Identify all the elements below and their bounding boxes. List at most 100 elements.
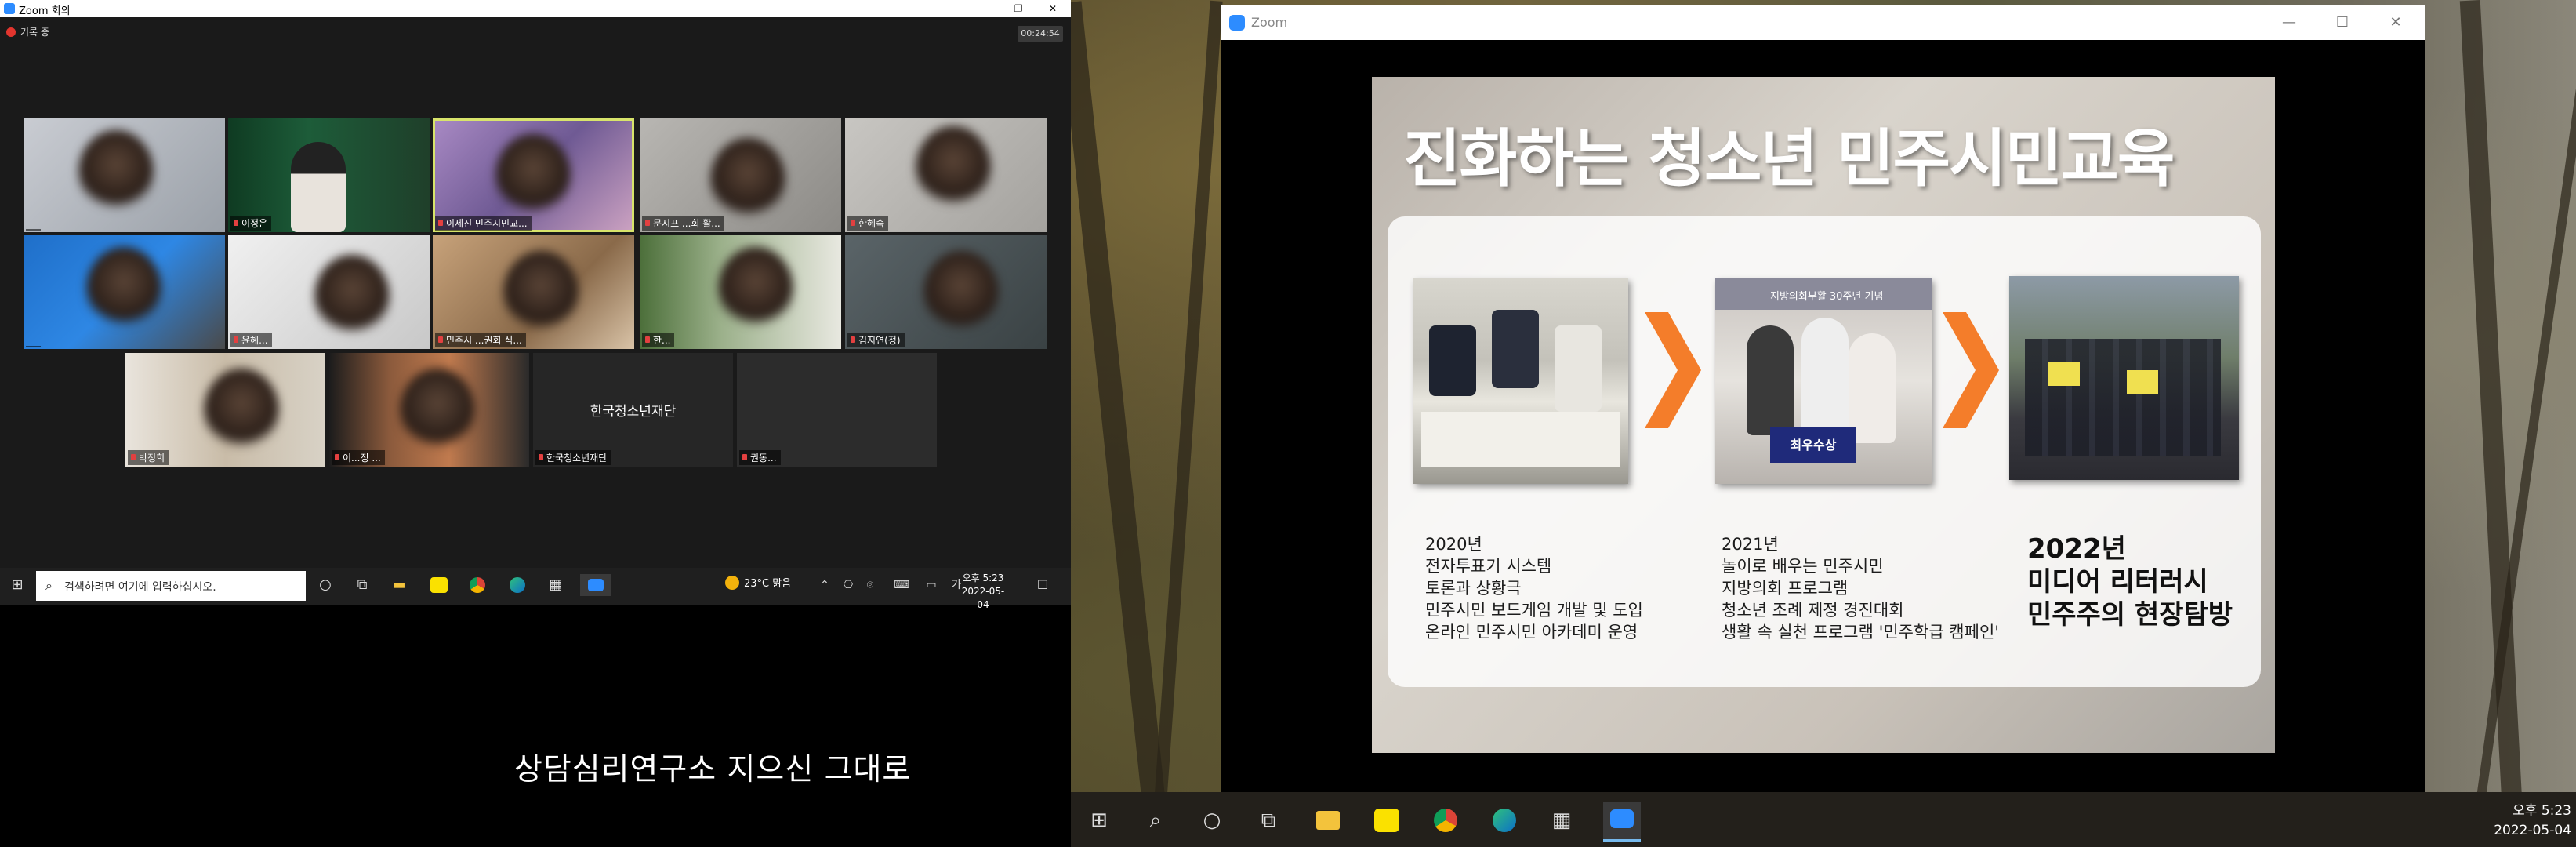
- participant-tile[interactable]: 이...정 ...: [329, 353, 529, 467]
- timeline-item: 놀이로 배우는 민주시민: [1722, 557, 1884, 576]
- edge-icon[interactable]: [508, 574, 527, 596]
- award-sign: 최우수상: [1770, 427, 1856, 463]
- taskbar-clock[interactable]: 오후 5:23 2022-05-04: [2485, 802, 2571, 841]
- timeline-2021-text: 2021년 놀이로 배우는 민주시민 지방의회 프로그램 청소년 조례 제정 경…: [1722, 533, 1999, 643]
- timeline-item: 생활 속 실천 프로그램 '민주학급 캠페인': [1722, 623, 2000, 642]
- participant-tile[interactable]: 문시프 ...회 활...: [640, 118, 841, 232]
- participant-tile[interactable]: 민주시 ...권회 식...: [433, 235, 634, 349]
- participant-name: 권동...: [739, 450, 781, 465]
- participant-video: [291, 142, 346, 232]
- search-icon[interactable]: ⌕: [1137, 802, 1174, 839]
- participant-video: [495, 134, 571, 220]
- participant-name: 윤혜...: [230, 333, 272, 347]
- minimize-button[interactable]: —: [2266, 5, 2313, 40]
- participant-name: 이정은: [230, 216, 272, 231]
- zoom-meeting-titlebar: Zoom 회의 — ❐ ✕: [0, 0, 1071, 17]
- participant-name: 이세진 민주시민교...: [435, 216, 532, 231]
- participant-tile[interactable]: 박정희: [125, 353, 325, 467]
- timeline-item: 미디어 리터러시: [2027, 566, 2208, 598]
- notification-icon[interactable]: ☐: [1033, 574, 1052, 596]
- display-icon[interactable]: ▭: [922, 574, 941, 596]
- close-button[interactable]: ✕: [1035, 0, 1071, 17]
- zoom-logo-icon: [4, 3, 15, 14]
- close-button[interactable]: ✕: [2372, 5, 2419, 40]
- file-explorer-icon[interactable]: [1309, 802, 1347, 839]
- file-explorer-icon[interactable]: ▬: [390, 574, 408, 596]
- recording-label: 기록 중: [20, 27, 49, 38]
- photo-2022: [2009, 276, 2239, 480]
- kakaotalk-icon[interactable]: [430, 574, 448, 596]
- maximize-button[interactable]: ☐: [2319, 5, 2366, 40]
- participant-video: [314, 255, 390, 341]
- year-label: 2021년: [1722, 535, 1779, 554]
- participant-tile[interactable]: 한국청소년재단 한국청소년재단: [533, 353, 733, 467]
- participant-tile[interactable]: 이정은: [228, 118, 430, 232]
- participant-tile[interactable]: 윤혜...: [228, 235, 430, 349]
- participant-tile[interactable]: 권동...: [737, 353, 937, 467]
- task-view-icon[interactable]: ⧉: [1250, 802, 1287, 839]
- timeline-item: 토론과 상황극: [1425, 579, 1522, 598]
- participant-name: 문시프 ...회 활...: [642, 216, 724, 231]
- tray-network-icon[interactable]: ⌾: [861, 574, 880, 596]
- kakaotalk-icon[interactable]: [1368, 802, 1406, 839]
- windows-start-icon[interactable]: ⊞: [1080, 802, 1118, 839]
- year-label: 2022년: [2027, 533, 2126, 565]
- participant-display-name: 한국청소년재단: [590, 404, 677, 420]
- weather-widget[interactable]: 23°C 맑음: [725, 575, 791, 590]
- meeting-timer: 00:24:54: [1018, 26, 1063, 42]
- timeline-2022-text: 2022년 미디어 리터러시 민주주의 현장탐방: [2027, 533, 2233, 631]
- participant-name: 한혜숙: [847, 216, 889, 231]
- timeline-item: 지방의회 프로그램: [1722, 579, 1849, 598]
- timeline-item: 전자투표기 시스템: [1425, 557, 1552, 576]
- participant-name: 박정희: [128, 450, 169, 465]
- year-label: 2020년: [1425, 535, 1482, 554]
- edge-icon[interactable]: [1486, 802, 1523, 839]
- zoom-titlebar: Zoom: [1221, 5, 2425, 40]
- zoom-taskbar-icon[interactable]: [1603, 802, 1641, 842]
- photo-2021: 지방의회부활 30주년 기념 최우수상: [1715, 278, 1932, 484]
- participant-video: [718, 247, 793, 333]
- participant-video: [916, 126, 991, 213]
- tray-app-icon[interactable]: ⎔: [839, 574, 858, 596]
- participant-video: [923, 251, 999, 337]
- timeline-2020-text: 2020년 전자투표기 시스템 토론과 상황극 민주시민 보드게임 개발 및 도…: [1425, 533, 1643, 643]
- chrome-icon[interactable]: [1427, 802, 1464, 839]
- participant-video: [86, 247, 161, 333]
- record-dot-icon: [6, 27, 16, 37]
- window-title: Zoom: [1251, 15, 1288, 30]
- participant-name: 김지연(정): [847, 333, 905, 347]
- keyboard-icon[interactable]: ⌨: [892, 574, 911, 596]
- sun-icon: [725, 576, 739, 590]
- participant-name: 한...: [642, 333, 675, 347]
- participant-name: 민주시 ...권회 식...: [435, 333, 526, 347]
- photo-banner: 지방의회부활 30주년 기념: [1715, 278, 1932, 310]
- window-title: Zoom 회의: [19, 5, 71, 17]
- cortana-icon[interactable]: ○: [1193, 802, 1231, 839]
- chrome-icon[interactable]: [468, 574, 487, 596]
- taskbar-clock[interactable]: 오후 5:23 2022-05-04: [958, 572, 1008, 612]
- app-icon[interactable]: ▦: [1543, 802, 1580, 839]
- participant-tile[interactable]: 한...: [640, 235, 841, 349]
- minimize-button[interactable]: —: [964, 0, 1000, 17]
- cortana-icon[interactable]: ○: [316, 574, 335, 596]
- taskbar-search-input[interactable]: ⌕ 검색하려면 여기에 입력하십시오.: [36, 571, 306, 601]
- task-view-icon[interactable]: ⧉: [353, 574, 372, 596]
- timeline-item: 민주주의 현장탐방: [2027, 599, 2233, 631]
- participant-name: [26, 229, 41, 231]
- tray-chevron-icon[interactable]: ⌃: [815, 574, 834, 596]
- app-icon[interactable]: ▦: [546, 574, 565, 596]
- participant-tile-active-speaker[interactable]: 이세진 민주시민교...: [433, 118, 634, 232]
- photo-2020: [1413, 278, 1628, 484]
- zoom-taskbar-icon[interactable]: [580, 574, 611, 596]
- clock-date: 2022-05-04: [961, 586, 1005, 610]
- participant-name: 이...정 ...: [332, 450, 385, 465]
- zoom-logo-icon: [1229, 15, 1245, 31]
- maximize-button[interactable]: ❐: [1000, 0, 1036, 17]
- windows-start-icon[interactable]: ⊞: [8, 574, 27, 596]
- recording-indicator[interactable]: 기록 중: [6, 25, 49, 38]
- clock-time: 오후 5:23: [962, 573, 1004, 583]
- participant-tile[interactable]: [24, 118, 225, 232]
- participant-tile[interactable]: [24, 235, 225, 349]
- participant-tile[interactable]: 김지연(정): [845, 235, 1047, 349]
- participant-tile[interactable]: 한혜숙: [845, 118, 1047, 232]
